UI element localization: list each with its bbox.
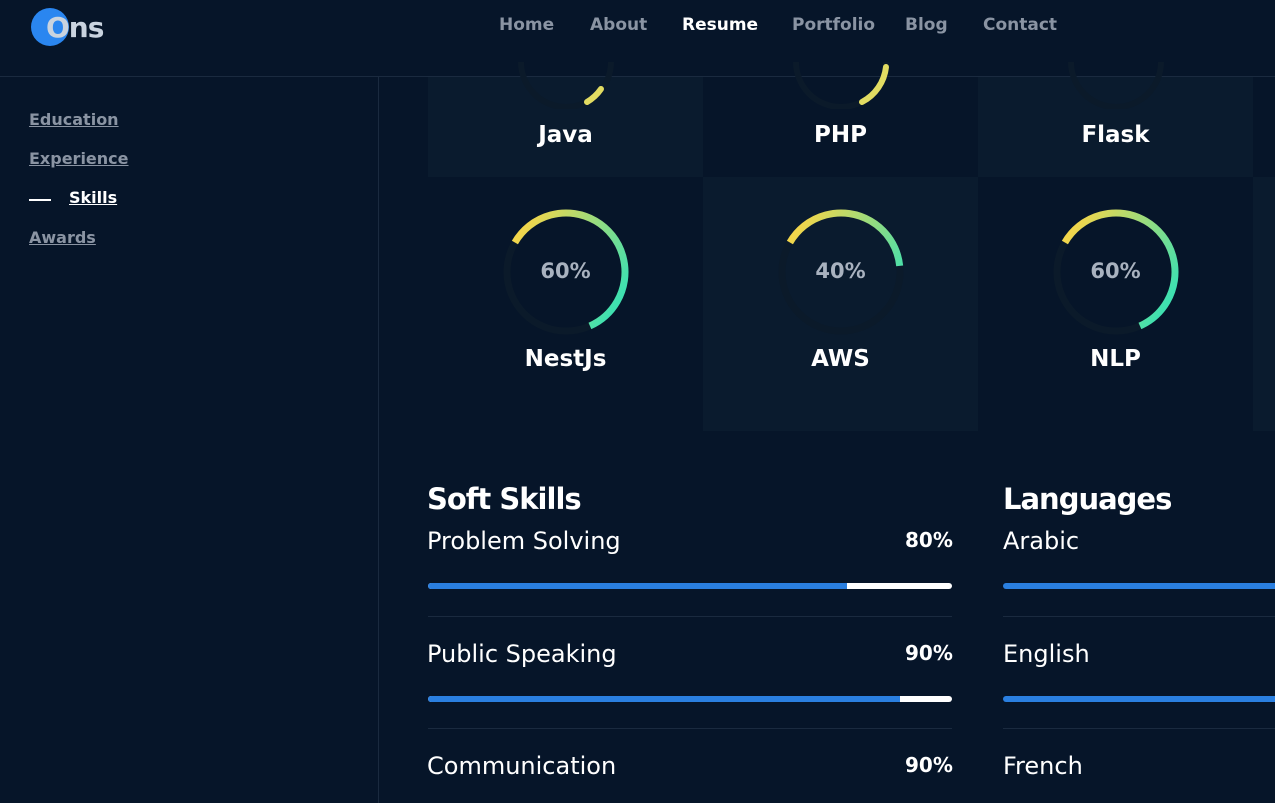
soft-skill-name: Public Speaking [427,640,617,668]
divider [428,616,952,617]
resume-sidebar: Education Experience Skills Awards [0,77,379,803]
language-name: French [1003,752,1083,780]
skill-name: PHP [814,122,867,148]
skill-percent: 60% [1090,259,1141,283]
progress-bar [1003,583,1275,589]
skill-tile-nestjs: 60% NestJs [428,177,703,431]
skill-tile-nlp: 60% NLP [978,177,1253,431]
divider [428,728,952,729]
divider [1003,616,1275,617]
skill-name: Java [538,122,593,148]
skill-name: AWS [811,346,870,372]
skill-percent: 60% [540,259,591,283]
nav-resume[interactable]: Resume [682,15,758,35]
progress-bar [428,583,952,589]
skill-name: NLP [1090,346,1141,372]
sidebar-item-skills[interactable]: Skills [69,188,117,207]
soft-skill-percent: 90% [905,641,953,665]
nav-contact[interactable]: Contact [983,15,1057,35]
skill-percent: 40% [815,259,866,283]
soft-skill-name: Problem Solving [427,527,621,555]
progress-bar [1003,696,1275,702]
divider [1003,728,1275,729]
skill-tile-partial [1253,77,1275,177]
sidebar-item-experience[interactable]: Experience [29,149,129,168]
language-name: English [1003,640,1090,668]
skill-tile-partial [1253,177,1275,431]
soft-skill-percent: 90% [905,753,953,777]
skill-tile-php: PHP [703,61,978,177]
soft-skill-name: Communication [427,752,617,780]
soft-skills-title: Soft Skills [427,482,582,516]
sidebar-item-education[interactable]: Education [29,110,119,129]
progress-bar [428,696,952,702]
languages-title: Languages [1003,482,1172,516]
skill-name: NestJs [524,346,607,372]
language-name: Arabic [1003,527,1080,555]
progress-fill [428,583,848,589]
skill-name: Flask [1081,122,1150,148]
skill-tile-aws: 40% AWS [703,177,978,431]
gauge-php-icon [793,61,889,109]
gauge-flask-icon [1068,61,1164,109]
sidebar-item-awards[interactable]: Awards [29,228,96,247]
skill-tile-java: Java [428,61,703,177]
progress-fill [428,696,900,702]
active-indicator [29,199,51,201]
skill-tile-flask: Flask [978,61,1253,177]
nav-blog[interactable]: Blog [905,15,948,35]
soft-skill-percent: 80% [905,528,953,552]
gauge-java-icon [518,61,614,109]
